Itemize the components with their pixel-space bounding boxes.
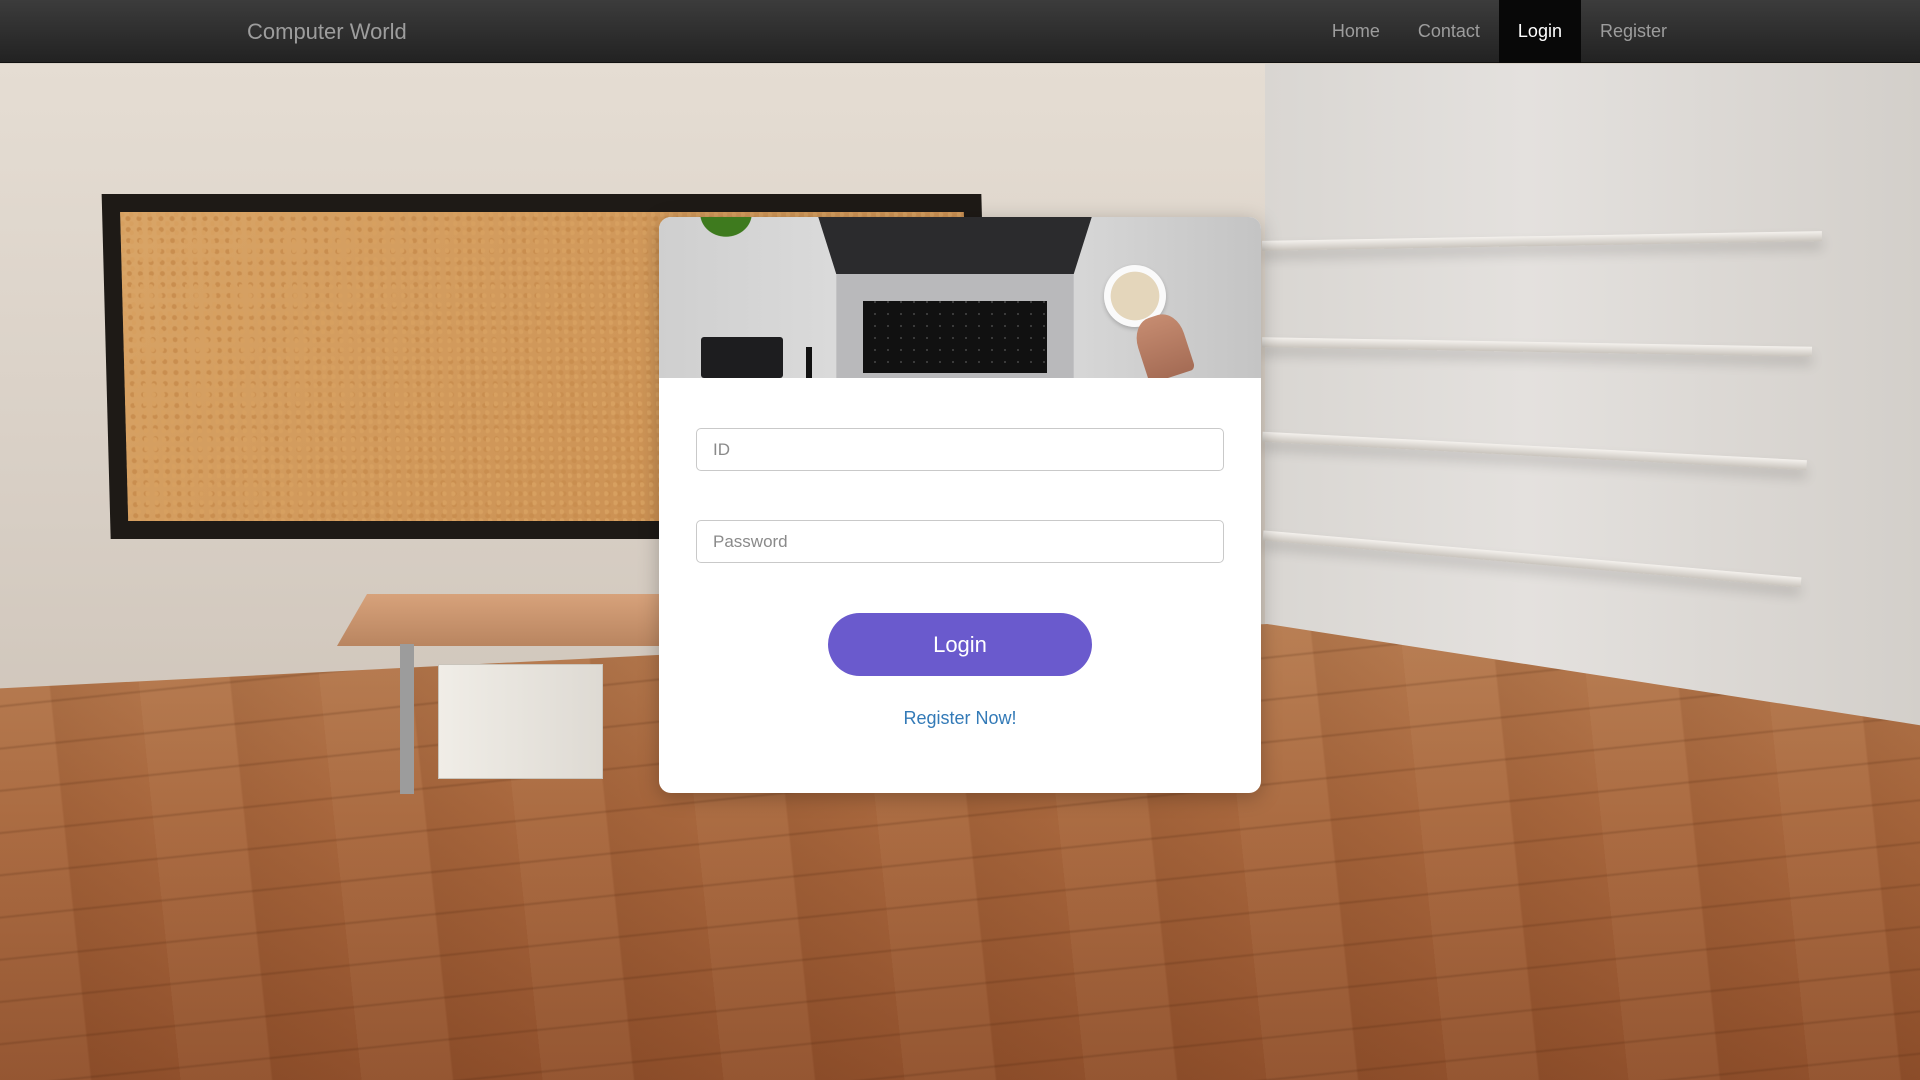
nav-item-register[interactable]: Register [1581,0,1686,63]
nav-item-login[interactable]: Login [1498,0,1581,63]
id-input[interactable] [696,428,1224,471]
password-input[interactable] [696,520,1224,563]
brand-logo-text[interactable]: Computer World [247,0,407,63]
plant-image [681,217,771,254]
desk-laptop-photo [659,217,1261,378]
desk [336,594,708,646]
nav-item-home[interactable]: Home [1313,0,1399,63]
notebook-image [701,337,783,378]
top-navbar: Computer World Home Contact Login Regist… [0,0,1920,63]
drawer-cabinet [438,664,603,779]
nav-menu: Home Contact Login Register [1313,0,1920,63]
nav-item-contact[interactable]: Contact [1399,0,1499,63]
keyboard-image [863,301,1047,373]
login-card: Login Register Now! [659,217,1261,793]
register-now-link[interactable]: Register Now! [659,708,1261,729]
desk-leg [400,644,414,794]
pen-image [806,347,812,378]
login-button[interactable]: Login [828,613,1092,676]
